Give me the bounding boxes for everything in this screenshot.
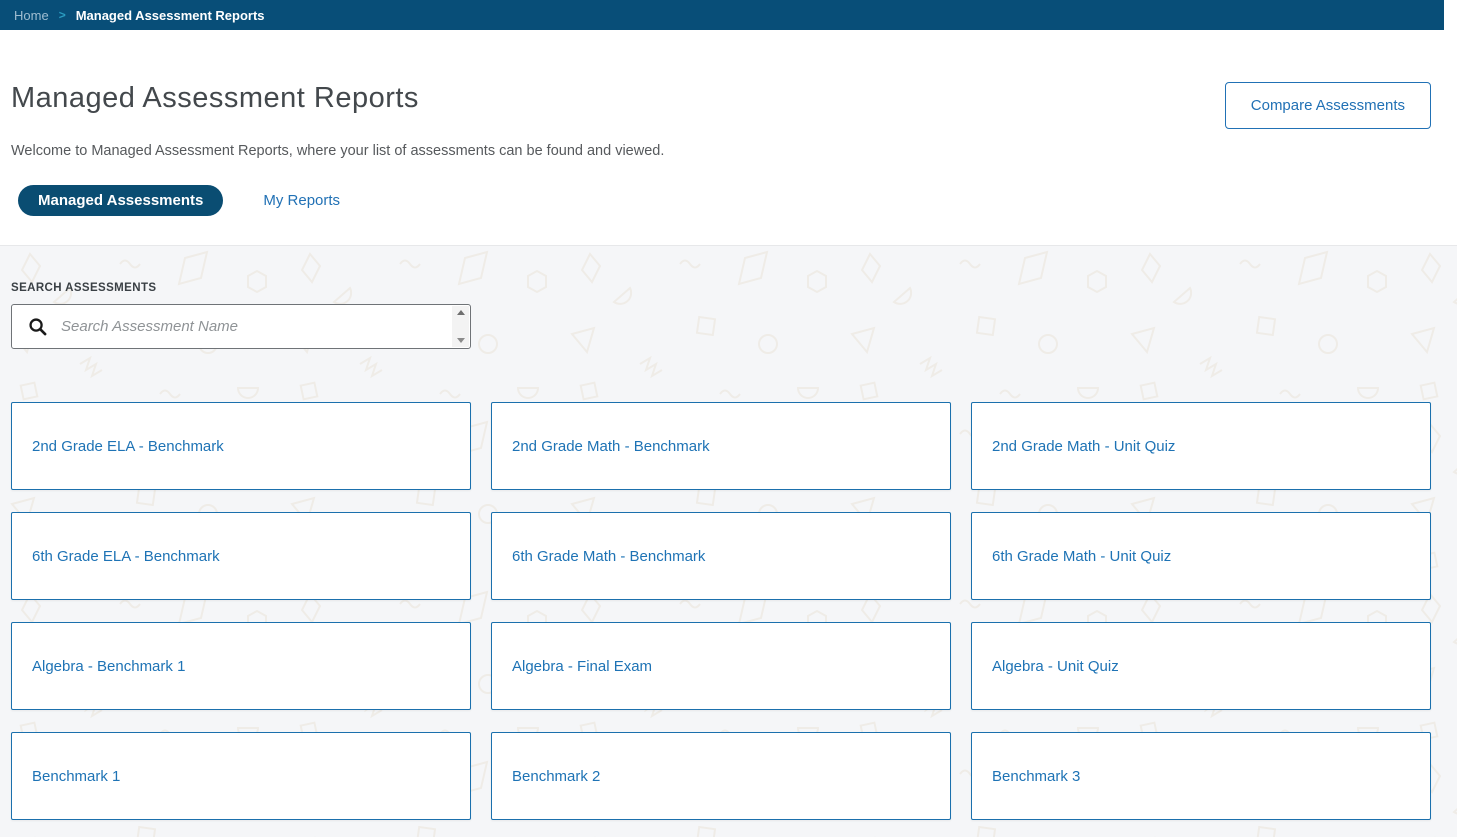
assessment-card-label: 6th Grade ELA - Benchmark <box>32 548 220 565</box>
assessment-card-label: Algebra - Final Exam <box>512 658 652 675</box>
assessment-card[interactable]: Algebra - Benchmark 1 <box>11 622 471 710</box>
assessment-card[interactable]: 6th Grade ELA - Benchmark <box>11 512 471 600</box>
breadcrumb-current: Managed Assessment Reports <box>76 8 265 23</box>
assessment-card[interactable]: 2nd Grade Math - Unit Quiz <box>971 402 1431 490</box>
assessment-card-label: Algebra - Unit Quiz <box>992 658 1119 675</box>
assessment-card[interactable]: Benchmark 1 <box>11 732 471 820</box>
assessment-card-label: 6th Grade Math - Unit Quiz <box>992 548 1171 565</box>
page-subtitle: Welcome to Managed Assessment Reports, w… <box>0 129 1457 159</box>
page-header: Managed Assessment Reports Compare Asses… <box>0 30 1457 245</box>
breadcrumb-separator: > <box>59 8 66 22</box>
assessment-card[interactable]: 2nd Grade Math - Benchmark <box>491 402 951 490</box>
page-title: Managed Assessment Reports <box>11 82 419 115</box>
search-icon <box>12 317 61 336</box>
assessment-card[interactable]: 2nd Grade ELA - Benchmark <box>11 402 471 490</box>
search-box <box>11 304 471 349</box>
assessment-card-label: 2nd Grade Math - Unit Quiz <box>992 438 1175 455</box>
assessments-section: SEARCH ASSESSMENTS 2nd Grade ELA - Bench… <box>0 245 1457 837</box>
assessment-card-label: Benchmark 1 <box>32 768 120 785</box>
assessment-card-label: 6th Grade Math - Benchmark <box>512 548 705 565</box>
assessment-card[interactable]: Algebra - Final Exam <box>491 622 951 710</box>
tab-managed-assessments[interactable]: Managed Assessments <box>18 185 223 216</box>
scroll-down-icon[interactable] <box>457 338 465 343</box>
tab-bar: Managed Assessments My Reports <box>18 185 1457 216</box>
assessment-card[interactable]: Benchmark 2 <box>491 732 951 820</box>
assessment-card[interactable]: Benchmark 3 <box>971 732 1431 820</box>
assessment-card[interactable]: Algebra - Unit Quiz <box>971 622 1431 710</box>
scroll-up-icon[interactable] <box>457 310 465 315</box>
assessment-card-label: Benchmark 2 <box>512 768 600 785</box>
assessment-grid: 2nd Grade ELA - Benchmark 2nd Grade Math… <box>11 402 1457 820</box>
breadcrumb-home-link[interactable]: Home <box>14 8 49 23</box>
assessment-card[interactable]: 6th Grade Math - Unit Quiz <box>971 512 1431 600</box>
assessment-card-label: Algebra - Benchmark 1 <box>32 658 185 675</box>
search-input[interactable] <box>61 305 470 348</box>
search-assessments-label: SEARCH ASSESSMENTS <box>11 282 1457 294</box>
assessment-card-label: 2nd Grade Math - Benchmark <box>512 438 710 455</box>
tab-my-reports[interactable]: My Reports <box>263 192 340 209</box>
assessment-card-label: Benchmark 3 <box>992 768 1080 785</box>
input-scrollbar[interactable] <box>452 306 469 347</box>
breadcrumb: Home > Managed Assessment Reports <box>0 0 1444 30</box>
compare-assessments-button[interactable]: Compare Assessments <box>1225 82 1431 129</box>
assessment-card-label: 2nd Grade ELA - Benchmark <box>32 438 224 455</box>
assessment-card[interactable]: 6th Grade Math - Benchmark <box>491 512 951 600</box>
